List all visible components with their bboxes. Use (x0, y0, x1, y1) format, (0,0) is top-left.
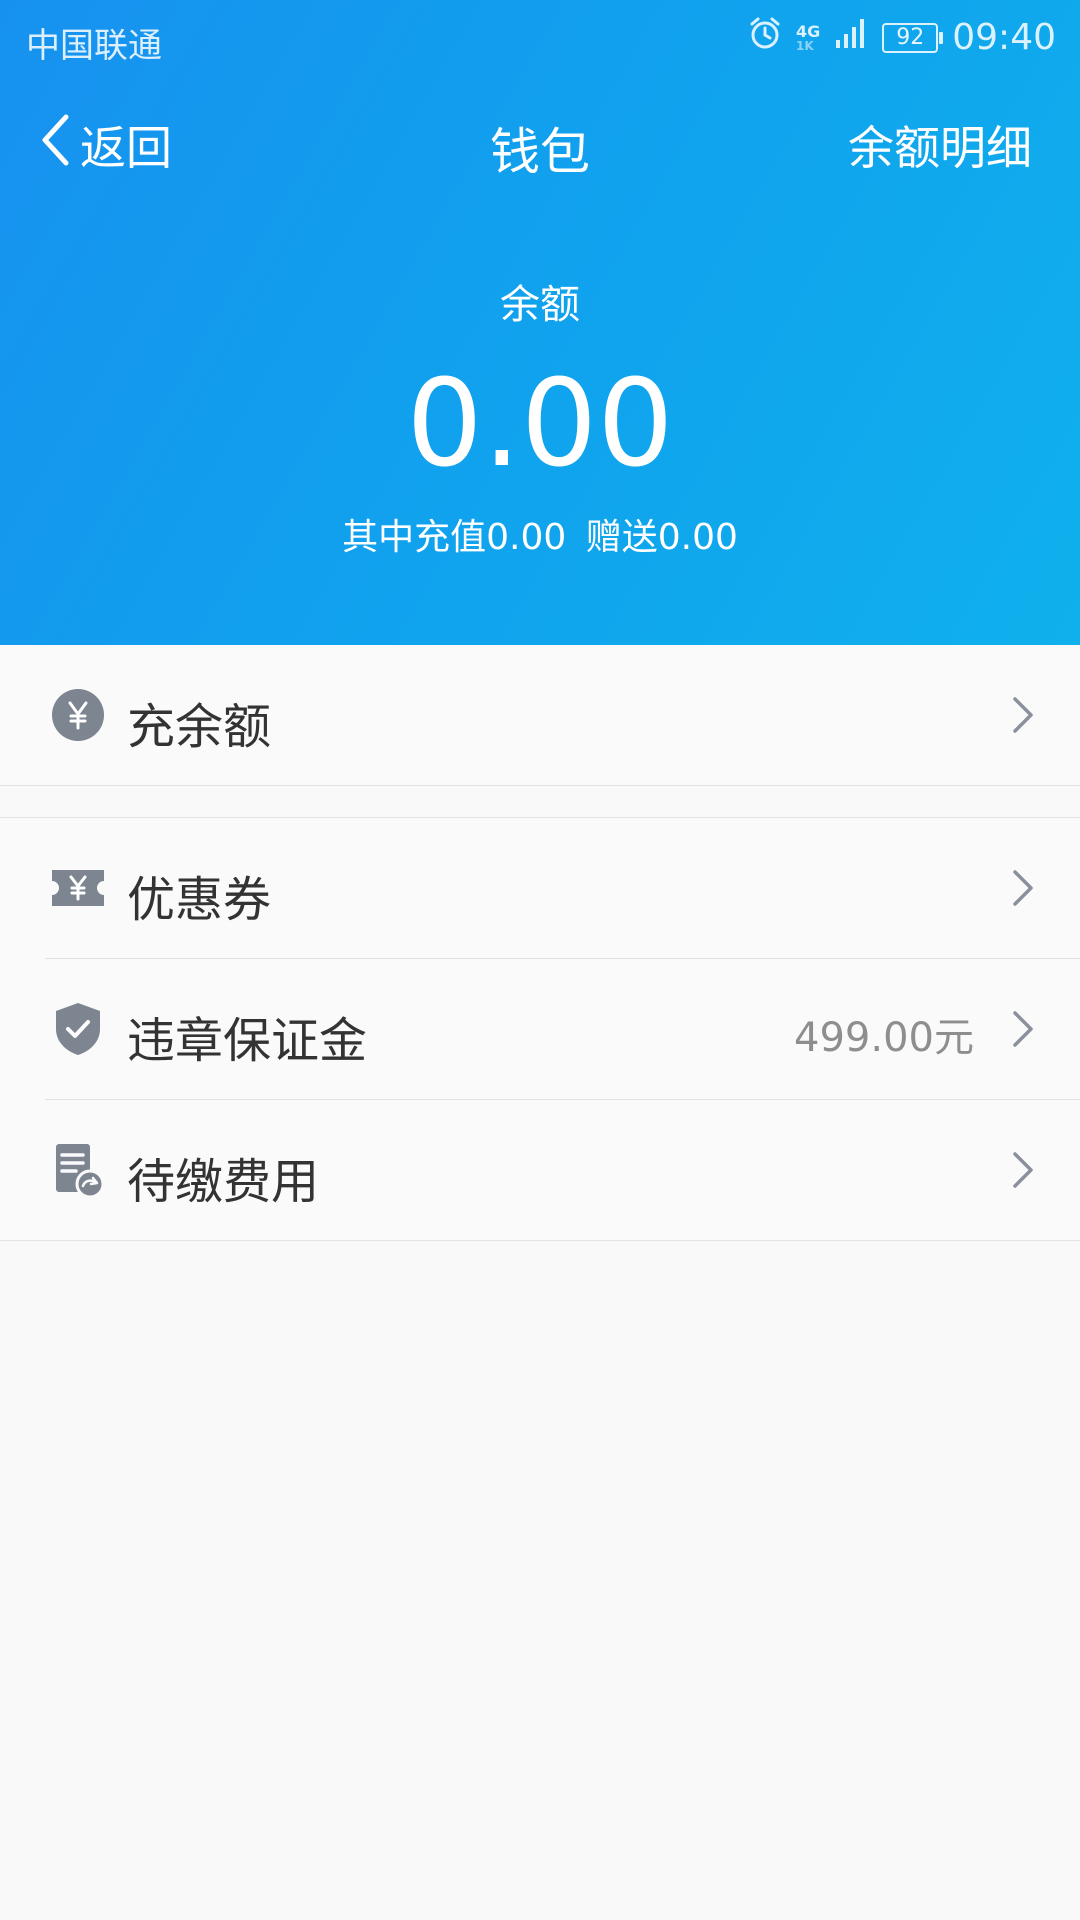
network-type-bottom: 1K (795, 38, 814, 53)
deposit-amount: 499.00元 (794, 1015, 974, 1061)
menu-item-pending-fees[interactable]: 待缴费用 (0, 1100, 1080, 1240)
signal-icon (834, 16, 868, 59)
battery-icon: 92 (882, 22, 944, 53)
wallet-options-group: 优惠券 违章保证金 499.00元 待缴费用 (0, 817, 1080, 1241)
divider (0, 1240, 1080, 1241)
balance-label: 余额 (500, 282, 580, 328)
menu-item-recharge[interactable]: 充余额 (0, 645, 1080, 785)
balance-amount: 0.00 (406, 355, 674, 494)
network-type: 4G 1K (795, 21, 821, 53)
chevron-right-icon (1010, 1150, 1036, 1190)
alarm-icon (748, 16, 782, 59)
menu-item-violation-deposit[interactable]: 违章保证金 499.00元 (0, 959, 1080, 1099)
carrier-name: 中国联通 (26, 26, 162, 66)
menu-item-label: 违章保证金 (127, 1013, 368, 1069)
menu-item-coupons[interactable]: 优惠券 (0, 818, 1080, 958)
chevron-right-icon (1010, 695, 1036, 735)
status-icons: 4G 1K 92 09:40 (748, 16, 1056, 59)
network-type-top: 4G (795, 21, 821, 41)
nav-bar: 返回 钱包 余额明细 (0, 90, 1080, 190)
coupon-ticket-icon (50, 860, 106, 916)
status-time: 09:40 (952, 17, 1056, 58)
divider (0, 785, 1080, 786)
menu-item-label: 待缴费用 (127, 1154, 320, 1210)
menu-item-label: 充余额 (127, 699, 272, 755)
menu-item-label: 优惠券 (127, 872, 272, 928)
shield-check-icon (50, 1001, 106, 1057)
wallet-header: 中国联通 4G 1K 92 09:40 返回 钱包 余额明细 余额 0.00 其… (0, 0, 1080, 645)
bill-document-icon (50, 1142, 106, 1199)
bonus-amount-text: 赠送0.00 (585, 517, 738, 558)
chevron-right-icon (1010, 868, 1036, 908)
status-bar: 中国联通 4G 1K 92 09:40 (0, 0, 1080, 76)
chevron-right-icon (1010, 1009, 1036, 1049)
recharge-group: 充余额 (0, 645, 1080, 786)
balance-details-link[interactable]: 余额明细 (848, 112, 1032, 178)
balance-breakdown: 其中充值0.00 赠送0.00 (0, 508, 1080, 560)
yen-coin-icon (50, 687, 106, 743)
recharge-amount-text: 其中充值0.00 (342, 517, 567, 558)
